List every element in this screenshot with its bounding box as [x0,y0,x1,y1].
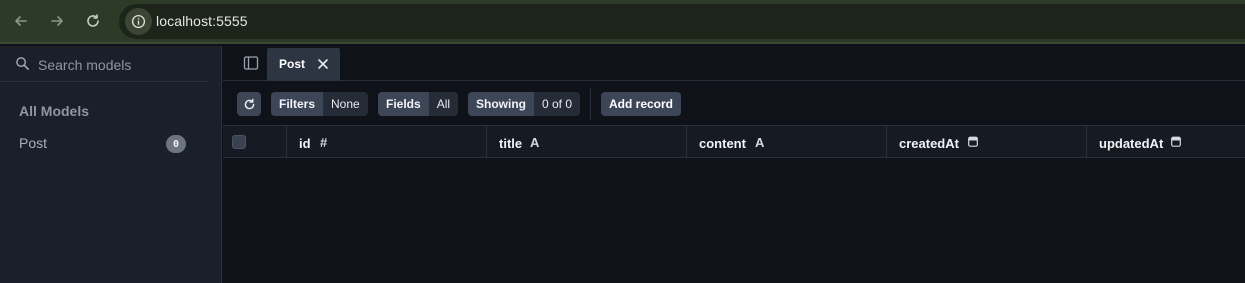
column-name[interactable]: content [699,136,746,151]
calendar-icon [1171,136,1181,147]
filters-button[interactable]: Filters None [271,92,368,116]
search-icon [16,57,29,70]
url-text[interactable]: localhost:5555 [156,13,248,29]
column-header-createdat[interactable]: createdAt [886,126,1086,158]
select-all-checkbox[interactable] [232,135,246,149]
address-bar[interactable]: localhost:5555 [119,4,1245,39]
sidebar-toggle-icon[interactable] [243,55,259,71]
showing-button[interactable]: Showing 0 of 0 [468,92,581,116]
showing-label[interactable]: Showing [468,92,534,116]
tab-bar: Post [223,46,1245,81]
model-count-badge: 0 [166,135,186,153]
refresh-icon [244,98,254,109]
model-name[interactable]: Post [19,135,47,151]
forward-arrow-icon[interactable] [46,10,68,32]
showing-value[interactable]: 0 of 0 [534,92,581,116]
models-sidebar: Search models All Models Post 0 [0,46,222,283]
back-arrow-icon[interactable] [10,10,32,32]
add-record-button[interactable]: Add record [601,92,682,116]
tab-label[interactable]: Post [279,57,305,71]
column-header-id[interactable]: id # [286,126,486,158]
text-type-icon: A [755,135,765,150]
column-header-updatedat[interactable]: updatedAt [1086,126,1245,158]
filters-label[interactable]: Filters [271,92,324,116]
toolbar-divider [590,88,591,120]
calendar-icon [968,136,978,147]
filters-value[interactable]: None [323,92,368,116]
number-type-icon: # [320,135,328,150]
data-toolbar: Filters None Fields All Showing 0 of 0 A… [223,82,1245,126]
reload-icon[interactable] [82,10,104,32]
refresh-button[interactable] [237,92,261,116]
column-header-title[interactable]: title A [486,126,686,158]
fields-label[interactable]: Fields [378,92,429,116]
table-header: id # title A content A createdAt updated… [223,126,1245,158]
fields-button[interactable]: Fields All [378,92,459,116]
all-models-heading: All Models [19,103,90,119]
close-icon[interactable] [317,58,329,70]
text-type-icon: A [530,135,540,150]
column-name[interactable]: id [299,136,311,151]
column-name[interactable]: title [499,136,522,151]
column-header-content[interactable]: content A [686,126,886,158]
site-info-icon[interactable] [125,8,152,35]
tab-post[interactable]: Post [267,48,340,81]
fields-value[interactable]: All [428,92,459,116]
browser-toolbar: localhost:5555 [0,0,1245,44]
search-models-placeholder[interactable]: Search models [38,57,131,73]
sidebar-item-post[interactable]: Post 0 [0,130,208,154]
column-name[interactable]: updatedAt [1099,136,1163,151]
main-panel: Post Filters None Fields All Showing 0 o… [223,46,1245,283]
column-name[interactable]: createdAt [899,136,959,151]
search-models-field[interactable]: Search models [0,46,208,82]
